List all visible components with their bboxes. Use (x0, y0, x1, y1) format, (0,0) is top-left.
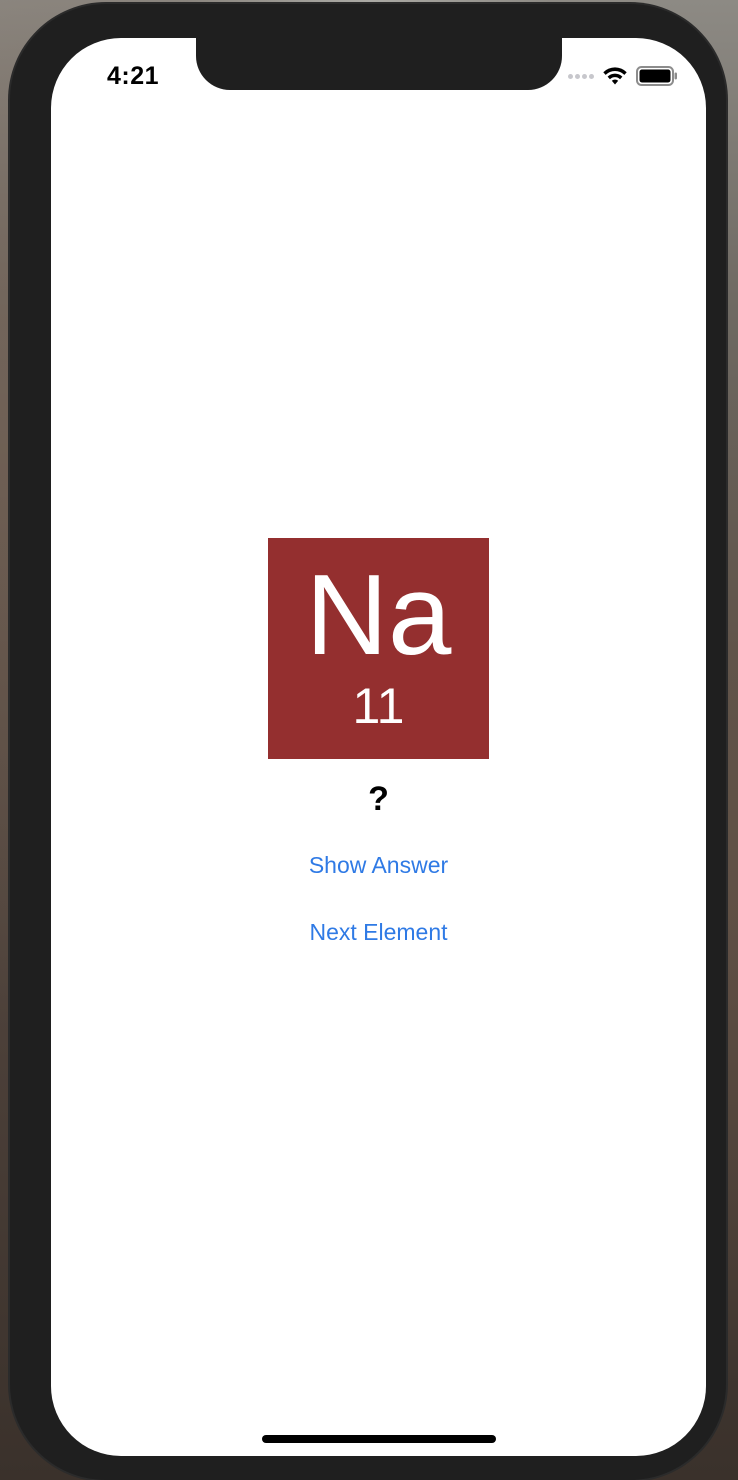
atomic-number: 11 (352, 678, 405, 734)
status-icons (568, 66, 678, 86)
device-frame: 4:21 Na 11 ? Show Answer Next Element (10, 4, 726, 1480)
device-notch (196, 38, 562, 90)
app-screen: 4:21 Na 11 ? Show Answer Next Element (51, 38, 706, 1456)
next-element-button[interactable]: Next Element (51, 919, 706, 946)
wifi-icon (603, 67, 627, 85)
cellular-dots-icon (568, 73, 594, 79)
show-answer-button[interactable]: Show Answer (51, 852, 706, 879)
home-indicator[interactable] (262, 1435, 496, 1443)
element-symbol: Na (305, 552, 452, 679)
status-time: 4:21 (107, 62, 160, 90)
answer-label: ? (368, 780, 389, 818)
battery-icon (636, 66, 677, 86)
element-tile: Na 11 (268, 538, 489, 759)
